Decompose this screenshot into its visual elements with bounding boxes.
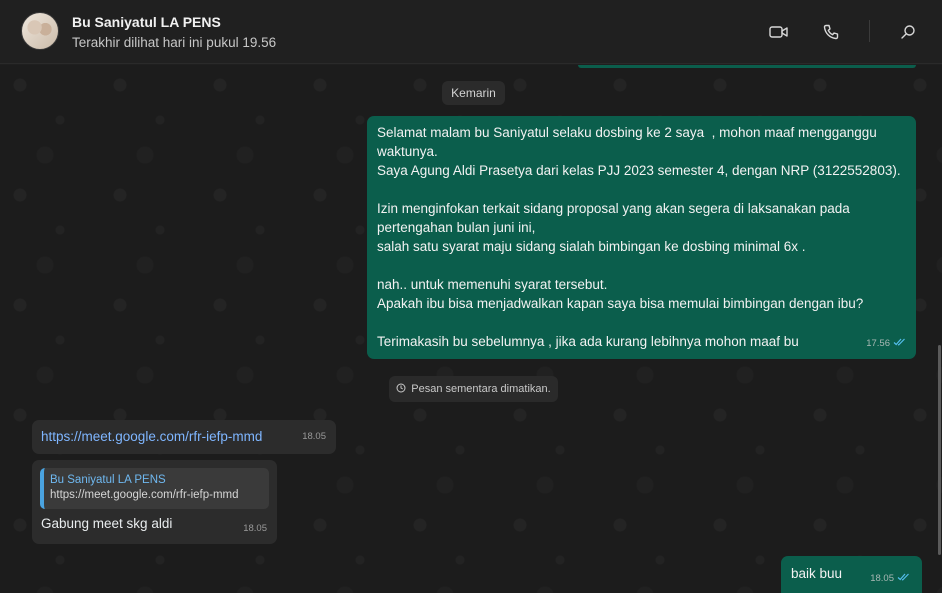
timestamp-text: 17.56 — [866, 338, 890, 349]
video-call-icon[interactable] — [767, 20, 791, 44]
contact-name[interactable]: Bu Saniyatul LA PENS — [72, 14, 221, 30]
outgoing-message-bubble[interactable]: baik buu 18.05 — [781, 556, 922, 593]
incoming-message-bubble[interactable]: https://meet.google.com/rfr-iefp-mmd 18.… — [32, 420, 336, 454]
message-line: Saya Agung Aldi Prasetya dari kelas PJJ … — [377, 163, 901, 178]
message-line: waktunya. — [377, 144, 438, 159]
message-timestamp: 18.05 — [302, 427, 326, 446]
voice-call-icon[interactable] — [819, 20, 843, 44]
disappearing-messages-notice: Pesan sementara dimatikan. — [389, 376, 558, 402]
message-line: Apakah ibu bisa menjadwalkan kapan saya … — [377, 296, 864, 311]
header-divider — [869, 20, 870, 42]
message-line — [377, 180, 906, 199]
message-line — [377, 313, 906, 332]
message-line: Selamat malam bu Saniyatul selaku dosbin… — [377, 125, 877, 140]
message-timestamp: 18.05 — [243, 519, 267, 538]
contact-last-seen: Terakhir dilihat hari ini pukul 19.56 — [72, 35, 277, 50]
read-receipt-icon — [897, 569, 910, 588]
quoted-message[interactable]: Bu Saniyatul LA PENS https://meet.google… — [40, 468, 269, 509]
message-timestamp: 17.56 — [866, 334, 906, 353]
contact-avatar[interactable] — [21, 12, 59, 50]
message-line: nah.. untuk memenuhi syarat tersebut. — [377, 277, 608, 292]
message-text: Selamat malam bu Saniyatul selaku dosbin… — [367, 116, 916, 351]
read-receipt-icon — [893, 334, 906, 353]
chat-header: Bu Saniyatul LA PENS Terakhir dilihat ha… — [0, 0, 942, 64]
message-line — [377, 256, 906, 275]
timestamp-text: 18.05 — [870, 573, 894, 584]
reply-text: Gabung meet skg aldi — [41, 516, 173, 531]
system-notice-text: Pesan sementara dimatikan. — [411, 383, 551, 395]
message-line: salah satu syarat maju sidang sialah bim… — [377, 239, 806, 254]
previous-message-bubble — [578, 65, 916, 68]
timestamp-text: 18.05 — [243, 523, 267, 534]
incoming-reply-bubble[interactable]: Bu Saniyatul LA PENS https://meet.google… — [32, 460, 277, 544]
search-icon[interactable] — [896, 20, 920, 44]
message-line: Izin menginfokan terkait sidang proposal… — [377, 201, 850, 216]
date-separator: Kemarin — [442, 81, 505, 105]
quoted-text: https://meet.google.com/rfr-iefp-mmd — [50, 489, 239, 501]
message-timestamp: 18.05 — [870, 569, 910, 588]
chat-messages-area[interactable]: Kemarin Selamat malam bu Saniyatul selak… — [0, 65, 942, 593]
timer-icon — [396, 383, 406, 396]
meet-link[interactable]: https://meet.google.com/rfr-iefp-mmd — [41, 429, 262, 444]
outgoing-message-bubble[interactable]: Selamat malam bu Saniyatul selaku dosbin… — [367, 116, 916, 359]
chat-scrollbar[interactable] — [938, 345, 941, 555]
timestamp-text: 18.05 — [302, 431, 326, 442]
quoted-author: Bu Saniyatul LA PENS — [50, 474, 166, 486]
message-line: pertengahan bulan juni ini, — [377, 220, 536, 235]
message-line: Terimakasih bu sebelumnya , jika ada kur… — [377, 334, 799, 349]
